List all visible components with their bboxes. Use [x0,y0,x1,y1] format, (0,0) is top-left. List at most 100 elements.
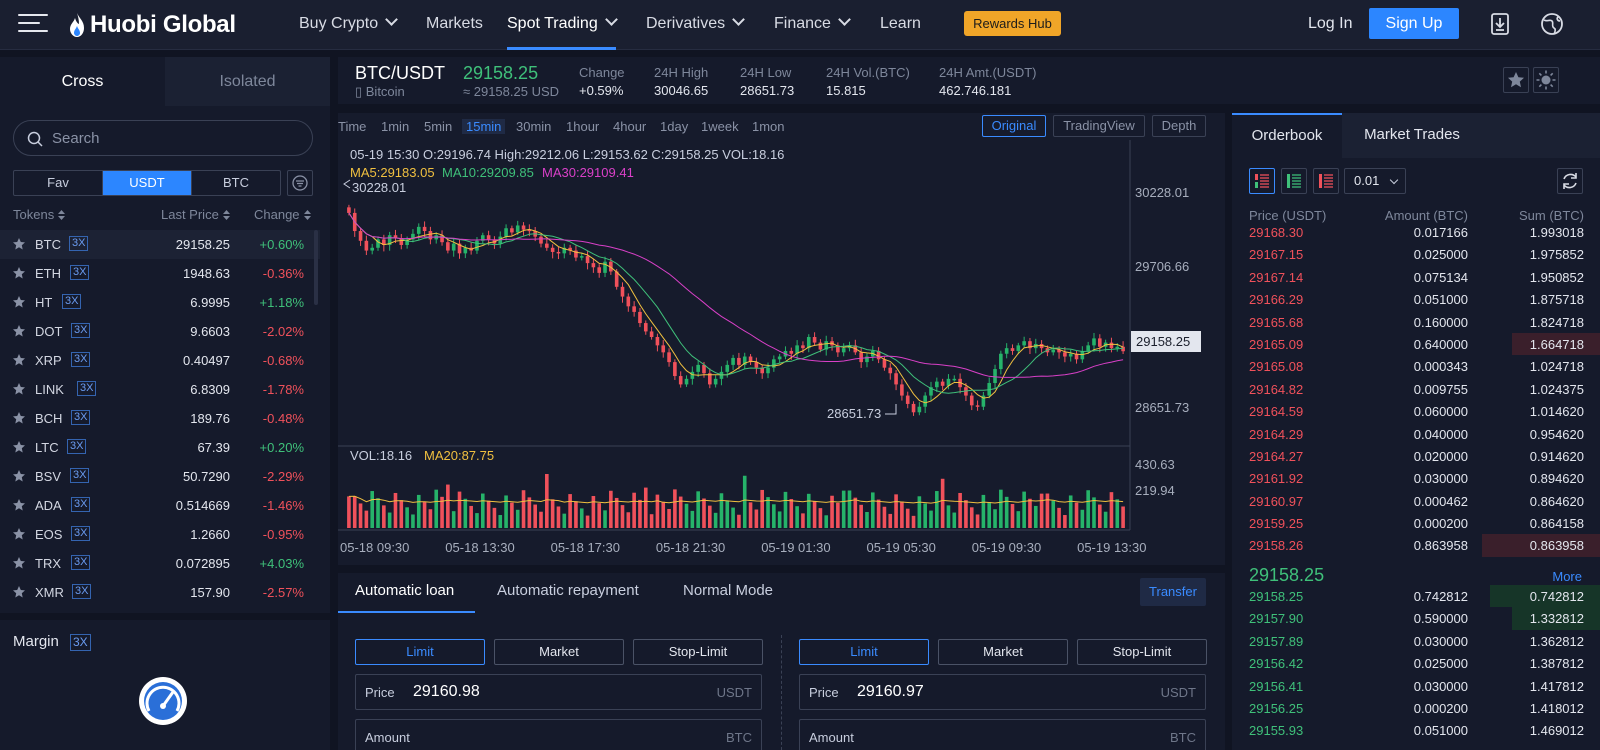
token-row[interactable]: XRP 3X 0.40497 -0.68% [0,346,320,375]
bid-row[interactable]: 29158.25 0.742812 0.742812 [1232,585,1600,608]
token-row[interactable]: LTC 3X 67.39 +0.20% [0,433,320,462]
nav-markets[interactable]: Markets [426,0,483,50]
sell-ordertype-stop-limit[interactable]: Stop-Limit [1077,639,1207,665]
token-row[interactable]: BSV 3X 50.7290 -2.29% [0,462,320,491]
token-row[interactable]: ETH 3X 1948.63 -0.36% [0,259,320,288]
sell-price-field[interactable]: Price 29160.97 USDT [799,674,1206,710]
star-icon[interactable] [12,411,26,425]
pair-symbol[interactable]: BTC/USDT [355,63,445,84]
sell-ordertype-market[interactable]: Market [938,639,1068,665]
bid-row[interactable]: 29157.90 0.590000 1.332812 [1232,607,1600,630]
download-icon[interactable] [1488,12,1512,36]
sell-price-input[interactable]: 29160.97 [857,683,924,701]
timeframe-1min[interactable]: 1min [381,119,409,134]
token-row[interactable]: TRX 3X 0.072895 +4.03% [0,549,320,578]
nav-buy-crypto[interactable]: Buy Crypto [299,0,399,50]
star-icon[interactable] [12,295,26,309]
ask-row[interactable]: 29166.29 0.051000 1.875718 [1232,288,1600,310]
quote-tab-btc[interactable]: BTC [192,171,280,195]
search-input[interactable] [52,127,292,149]
ask-row[interactable]: 29164.29 0.040000 0.954620 [1232,423,1600,445]
timeframe-30min[interactable]: 30min [516,119,551,134]
timeframe-1day[interactable]: 1day [660,119,688,134]
ask-row[interactable]: 29165.08 0.000343 1.024718 [1232,355,1600,377]
buy-amount-field[interactable]: Amount BTC [355,719,762,750]
refresh-button[interactable] [1557,168,1583,194]
ask-row[interactable]: 29167.15 0.025000 1.975852 [1232,243,1600,265]
token-row[interactable]: XMR 3X 157.90 -2.57% [0,578,320,607]
change-header[interactable]: Change [254,207,311,222]
bid-row[interactable]: 29156.42 0.025000 1.387812 [1232,652,1600,674]
token-row[interactable]: EOS 3X 1.2660 -0.95% [0,520,320,549]
buy-ordertype-stop-limit[interactable]: Stop-Limit [633,639,763,665]
token-row[interactable]: BCH 3X 189.76 -0.48% [0,404,320,433]
timeframe-4hour[interactable]: 4hour [613,119,646,134]
star-icon[interactable] [12,440,26,454]
token-row[interactable]: LINK 3X 6.8309 -1.78% [0,375,320,404]
nav-derivatives[interactable]: Derivatives [646,0,746,50]
bid-row[interactable]: 29156.25 0.000200 1.418012 [1232,697,1600,719]
buy-price-input[interactable]: 29160.98 [413,683,480,701]
nav-finance[interactable]: Finance [774,0,851,50]
view-depth[interactable]: Depth [1152,115,1206,137]
sell-ordertype-limit[interactable]: Limit [799,639,929,665]
token-row[interactable]: DOT 3X 9.6603 -2.02% [0,317,320,346]
star-icon[interactable] [12,556,26,570]
tab-automatic-repayment[interactable]: Automatic repayment [497,582,639,599]
timeframe-15min[interactable]: 15min [462,119,506,134]
timeframe-1hour[interactable]: 1hour [566,119,599,134]
tokens-header[interactable]: Tokens [13,207,66,222]
ask-row[interactable]: 29165.09 0.640000 1.664718 [1232,332,1600,356]
nav-spot-trading[interactable]: Spot Trading [507,0,618,50]
star-icon[interactable] [12,237,26,251]
filter-button[interactable] [287,170,313,196]
tab-cross[interactable]: Cross [0,57,165,106]
nav-learn[interactable]: Learn [880,0,921,50]
ask-row[interactable]: 29164.82 0.009755 1.024375 [1232,378,1600,400]
timeframe-5min[interactable]: 5min [424,119,452,134]
star-icon[interactable] [12,266,26,280]
bid-row[interactable]: 29155.93 0.051000 1.469012 [1232,719,1600,741]
sell-amount-field[interactable]: Amount BTC [799,719,1206,750]
star-icon[interactable] [12,324,26,338]
view-tradingview[interactable]: TradingView [1053,115,1145,137]
view-bids-button[interactable] [1281,168,1307,194]
scrollbar[interactable] [314,230,318,305]
ask-row[interactable]: 29164.27 0.020000 0.914620 [1232,445,1600,467]
star-icon[interactable] [12,469,26,483]
favorite-button[interactable] [1503,67,1529,93]
ask-row[interactable]: 29161.92 0.030000 0.894620 [1232,467,1600,489]
view-asks-button[interactable] [1313,168,1339,194]
ask-row[interactable]: 29158.26 0.863958 0.863958 [1232,534,1600,557]
view-original[interactable]: Original [982,115,1046,137]
view-both-button[interactable] [1249,168,1275,194]
rewards-hub-button[interactable]: Rewards Hub [964,11,1061,36]
bid-row[interactable]: 29157.89 0.030000 1.362812 [1232,630,1600,652]
globe-icon[interactable] [1540,12,1564,36]
tab-orderbook[interactable]: Orderbook [1232,113,1342,158]
token-row[interactable]: HT 3X 6.9995 +1.18% [0,288,320,317]
star-icon[interactable] [12,527,26,541]
quote-tab-usdt[interactable]: USDT [103,171,192,195]
login-link[interactable]: Log In [1308,0,1352,48]
ask-row[interactable]: 29168.30 0.017166 1.993018 [1232,221,1600,243]
quote-tab-fav[interactable]: Fav [14,171,103,195]
signup-button[interactable]: Sign Up [1369,8,1459,39]
ask-row[interactable]: 29159.25 0.000200 0.864158 [1232,512,1600,534]
buy-ordertype-limit[interactable]: Limit [355,639,485,665]
candlestick-chart[interactable]: 05-19 15:30 O:29196.74 High:29212.06 L:2… [338,140,1225,565]
tab-market-trades[interactable]: Market Trades [1342,113,1482,158]
ask-row[interactable]: 29165.68 0.160000 1.824718 [1232,311,1600,333]
timeframe-time[interactable]: Time [338,119,366,134]
tab-normal-mode[interactable]: Normal Mode [683,582,773,599]
ask-row[interactable]: 29164.59 0.060000 1.014620 [1232,400,1600,422]
transfer-button[interactable]: Transfer [1140,578,1206,606]
menu-icon[interactable] [18,14,48,34]
more-link[interactable]: More [1552,569,1582,584]
theme-button[interactable] [1533,67,1559,93]
last-price-header[interactable]: Last Price [161,207,230,222]
star-icon[interactable] [12,382,26,396]
ask-row[interactable]: 29160.97 0.000462 0.864620 [1232,490,1600,512]
token-row[interactable]: BTC 3X 29158.25 +0.60% [0,230,320,259]
star-icon[interactable] [12,498,26,512]
